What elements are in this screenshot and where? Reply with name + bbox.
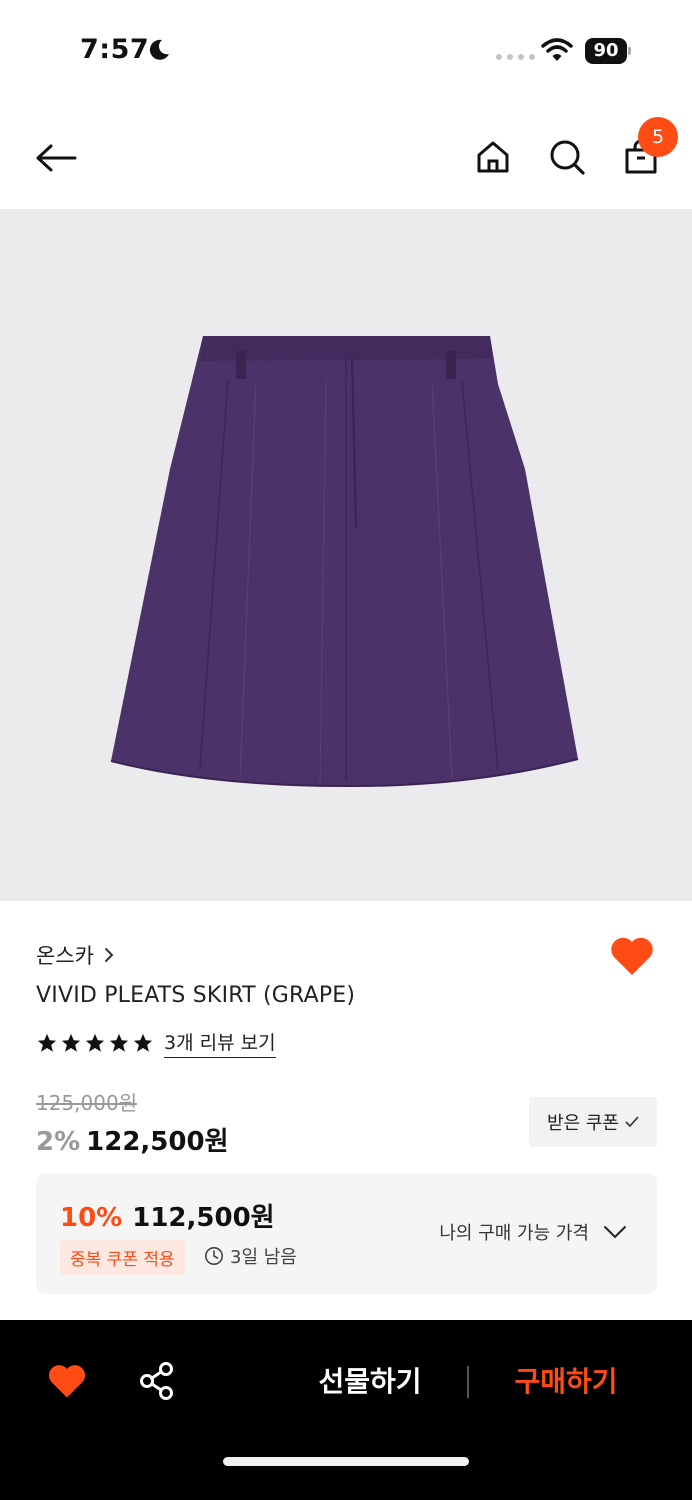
- brand-name: 온스카: [36, 944, 94, 968]
- divider: [467, 1366, 469, 1398]
- home-indicator: [223, 1457, 469, 1466]
- wishlist-button[interactable]: [609, 935, 655, 979]
- review-link[interactable]: 3개 리뷰 보기: [164, 1028, 276, 1058]
- moon-icon: [149, 39, 169, 60]
- star-icon: [85, 1033, 105, 1052]
- share-icon: [140, 1362, 173, 1400]
- time-left: 3일 남음: [204, 1243, 297, 1269]
- status-bar: 7:57 90: [0, 0, 692, 100]
- cellular-signal-icon: [496, 54, 535, 60]
- rating-stars: [36, 1032, 154, 1054]
- price-row: 2% 122,500원: [36, 1121, 229, 1158]
- heart-icon: [611, 937, 653, 975]
- discount-rate: 2%: [36, 1127, 81, 1157]
- bottom-wishlist-button[interactable]: [47, 1362, 87, 1400]
- chevron-down-icon: [604, 1226, 626, 1239]
- battery-icon: 90: [585, 38, 631, 64]
- home-button[interactable]: [470, 134, 516, 180]
- coupon-button-label: 받은 쿠폰: [547, 1113, 619, 1134]
- star-icon: [133, 1033, 153, 1052]
- gift-button[interactable]: 선물하기: [300, 1360, 440, 1404]
- search-button[interactable]: [544, 134, 590, 180]
- wifi-icon: [541, 38, 573, 61]
- bottom-action-bar: 선물하기 구매하기: [0, 1320, 692, 1500]
- star-icon: [109, 1033, 129, 1052]
- skirt-image: [110, 336, 579, 788]
- star-icon: [61, 1033, 81, 1052]
- time-left-label: 3일 남음: [230, 1247, 297, 1268]
- status-time: 7:57: [80, 34, 150, 65]
- my-price: 112,500원: [132, 1203, 275, 1233]
- received-coupon-button[interactable]: 받은 쿠폰: [529, 1097, 657, 1147]
- home-icon: [477, 141, 509, 173]
- clock-icon: [205, 1247, 223, 1265]
- my-price-box[interactable]: 10% 112,500원 중복 쿠폰 적용 3일 남음 나의 구매 가능 가격: [36, 1173, 657, 1294]
- product-image[interactable]: [0, 209, 692, 901]
- heart-icon: [48, 1365, 86, 1398]
- search-icon: [550, 140, 585, 175]
- my-price-link-label: 나의 구매 가능 가격: [439, 1223, 589, 1244]
- battery-level: 90: [585, 38, 627, 64]
- my-price-row: 10% 112,500원: [60, 1197, 275, 1234]
- buy-button[interactable]: 구매하기: [496, 1360, 636, 1404]
- cart-count-badge: 5: [638, 117, 678, 157]
- sale-price: 122,500원: [86, 1127, 229, 1157]
- brand-link[interactable]: 온스카: [36, 940, 114, 970]
- my-price-link[interactable]: 나의 구매 가능 가격: [439, 1219, 627, 1245]
- arrow-left-icon: [36, 144, 77, 172]
- check-icon: [625, 1116, 639, 1128]
- product-name: VIVID PLEATS SKIRT (GRAPE): [36, 983, 356, 1008]
- star-icon: [37, 1033, 57, 1052]
- coupon-tag: 중복 쿠폰 적용: [60, 1240, 185, 1275]
- rating-row: 3개 리뷰 보기: [36, 1028, 276, 1058]
- original-price: 125,000원: [36, 1091, 138, 1115]
- my-discount-rate: 10%: [60, 1203, 123, 1233]
- header: [0, 110, 692, 206]
- back-button[interactable]: [32, 136, 80, 180]
- chevron-right-icon: [104, 948, 114, 962]
- share-button[interactable]: [138, 1361, 176, 1401]
